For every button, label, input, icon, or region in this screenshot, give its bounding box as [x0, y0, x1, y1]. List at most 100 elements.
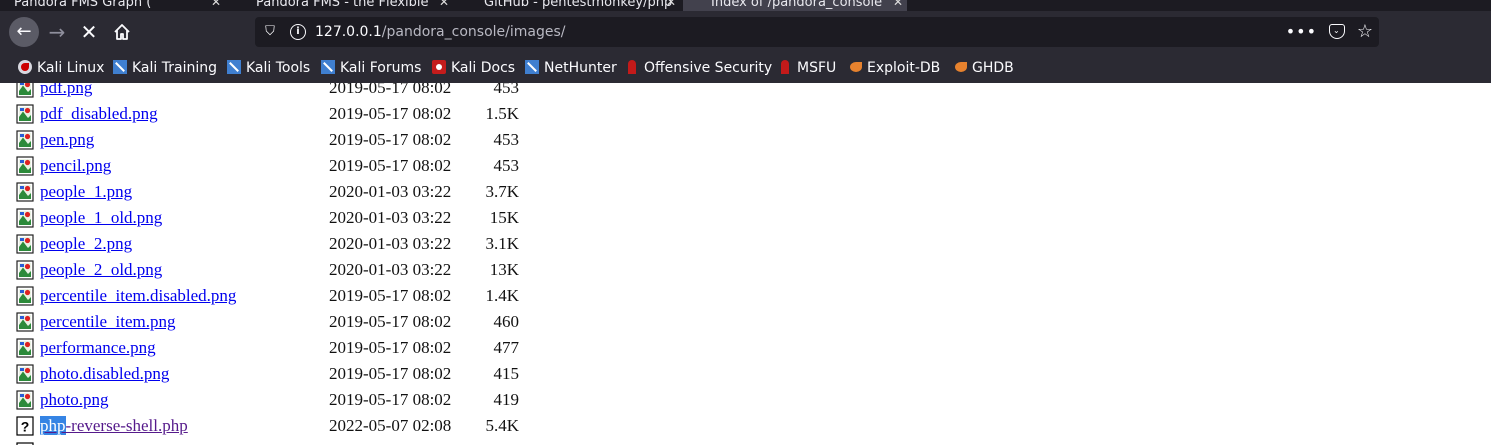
forward-button[interactable]: → [42, 17, 72, 47]
image-file-icon [16, 234, 34, 254]
file-size: 477 [493, 338, 520, 357]
tab-pandora-fms[interactable]: Pandora FMS - the Flexible ✕ [228, 0, 453, 11]
bookmark-exploit-db[interactable]: Exploit-DB [850, 59, 940, 77]
bookmark-star-icon[interactable]: ☆ [1357, 17, 1373, 47]
file-date: 2019-05-17 08:02 [329, 390, 452, 409]
file-link[interactable]: pen.png [40, 130, 94, 150]
unknown-file-icon: ? [16, 416, 34, 436]
image-file-icon [16, 286, 34, 306]
selected-text: php [40, 416, 66, 435]
file-size: 460 [493, 312, 520, 331]
image-file-icon [16, 208, 34, 228]
kali-forums-icon [321, 60, 335, 74]
bookmark-kali-docs[interactable]: Kali Docs [432, 59, 515, 77]
file-size: 453 [493, 83, 520, 97]
msfu-icon [781, 60, 789, 74]
url-text[interactable]: 127.0.0.1/pandora_console/images/ [315, 17, 565, 47]
image-file-icon [16, 182, 34, 202]
file-date: 2019-05-17 08:02 [329, 156, 452, 175]
tab-label: Index of /pandora_console [711, 0, 883, 10]
bookmark-msfu[interactable]: MSFU [778, 59, 836, 77]
file-link[interactable]: pencil.png [40, 156, 111, 176]
file-link[interactable]: performance.png [40, 338, 156, 358]
file-link[interactable]: photo.png [40, 390, 108, 410]
file-link[interactable]: percentile_item.png [40, 312, 175, 332]
bookmark-ghdb[interactable]: GHDB [955, 59, 1014, 77]
image-file-icon [16, 390, 34, 410]
close-icon[interactable]: ✕ [666, 0, 676, 11]
arrow-right-icon: → [48, 20, 66, 44]
back-button[interactable]: ← [9, 17, 39, 47]
file-size: 453 [493, 156, 520, 175]
home-button[interactable] [107, 17, 137, 47]
file-link[interactable]: photo.disabled.png [40, 364, 169, 384]
tab-github[interactable]: GitHub - pentestmonkey/php ✕ [456, 0, 680, 11]
bookmark-kali-linux[interactable]: Kali Linux [18, 59, 104, 77]
file-size: 419 [493, 390, 520, 409]
kali-tools-icon [227, 60, 241, 74]
file-date: 2020-01-03 03:22 [329, 208, 452, 227]
list-item: people_2_old.png 2020-01-03 03:22 13K [0, 257, 600, 283]
bookmark-nethunter[interactable]: NetHunter [525, 59, 617, 77]
bookmark-offensive-security[interactable]: Offensive Security [625, 59, 772, 77]
list-item: percentile_item.png 2019-05-17 08:02 460 [0, 309, 600, 335]
close-icon[interactable]: ✕ [211, 0, 221, 11]
file-size: 13K [489, 260, 519, 279]
file-link[interactable]: people_2.png [40, 234, 132, 254]
file-date: 2019-05-17 08:02 [329, 364, 452, 383]
list-item [0, 439, 600, 445]
arrow-left-icon: ← [16, 21, 32, 42]
tab-label: Pandora FMS Graph ( [14, 0, 152, 10]
pocket-icon[interactable]: ⌄ [1329, 24, 1345, 39]
file-link[interactable]: percentile_item.disabled.png [40, 286, 236, 306]
tab-index-of[interactable]: Index of /pandora_console ✕ [683, 0, 907, 11]
file-date: 2020-01-03 03:22 [329, 182, 452, 201]
file-date: 2022-05-07 02:08 [329, 416, 452, 435]
bookmark-kali-forums[interactable]: Kali Forums [321, 59, 421, 77]
image-file-icon [16, 83, 34, 98]
svg-text:?: ? [21, 419, 30, 435]
bookmark-label: MSFU [797, 60, 837, 76]
file-link[interactable]: people_2_old.png [40, 260, 162, 280]
file-date: 2019-05-17 08:02 [329, 312, 452, 331]
bookmark-kali-training[interactable]: Kali Training [113, 59, 217, 77]
file-size: 15K [489, 208, 519, 227]
url-host: 127.0.0.1 [315, 24, 382, 40]
list-item: pdf_disabled.png 2019-05-17 08:02 1.5K [0, 101, 600, 127]
file-size: 5.4K [485, 416, 519, 435]
file-size: 3.1K [485, 234, 519, 253]
list-item: percentile_item.disabled.png 2019-05-17 … [0, 283, 600, 309]
shield-icon[interactable]: ⛉ [261, 23, 279, 41]
close-icon: ✕ [80, 20, 98, 44]
ghdb-icon [955, 62, 967, 72]
offsec-icon [628, 60, 636, 74]
list-item: photo.disabled.png 2019-05-17 08:02 415 [0, 361, 600, 387]
list-item: pen.png 2019-05-17 08:02 453 [0, 127, 600, 153]
exploit-db-icon [850, 62, 862, 72]
tab-pandora-graph[interactable]: Pandora FMS Graph ( ✕ [0, 0, 225, 11]
file-link[interactable]: pdf.png [40, 83, 92, 98]
address-bar[interactable]: ⛉ i 127.0.0.1/pandora_console/images/ ••… [255, 17, 1379, 47]
file-link[interactable]: pdf_disabled.png [40, 104, 158, 124]
close-icon[interactable]: ✕ [439, 0, 449, 11]
close-icon[interactable]: ✕ [893, 0, 903, 11]
info-icon[interactable]: i [290, 24, 306, 40]
file-link-rest: -reverse-shell.php [65, 416, 188, 435]
list-item: people_1_old.png 2020-01-03 03:22 15K [0, 205, 600, 231]
file-link[interactable]: people_1.png [40, 182, 132, 202]
image-file-icon [16, 338, 34, 358]
browser-chrome: Pandora FMS Graph ( ✕ Pandora FMS - the … [0, 0, 1491, 83]
bookmark-kali-tools[interactable]: Kali Tools [227, 59, 310, 77]
file-link[interactable]: people_1_old.png [40, 208, 162, 228]
list-item: ? php-reverse-shell.php 2022-05-07 02:08… [0, 413, 600, 439]
stop-button[interactable]: ✕ [74, 17, 104, 47]
file-date: 2019-05-17 08:02 [329, 104, 452, 123]
bookmark-label: Offensive Security [644, 60, 773, 76]
kali-training-icon [113, 60, 127, 74]
navigation-toolbar: ← → ✕ ⛉ i 127.0.0.1/pandora_console/imag… [0, 11, 1491, 53]
image-file-icon [16, 156, 34, 176]
file-link[interactable]: php-reverse-shell.php [40, 416, 188, 436]
url-path: /pandora_console/images/ [381, 24, 566, 40]
more-actions-button[interactable]: ••• [1286, 17, 1317, 47]
tab-label: GitHub - pentestmonkey/php [484, 0, 673, 10]
